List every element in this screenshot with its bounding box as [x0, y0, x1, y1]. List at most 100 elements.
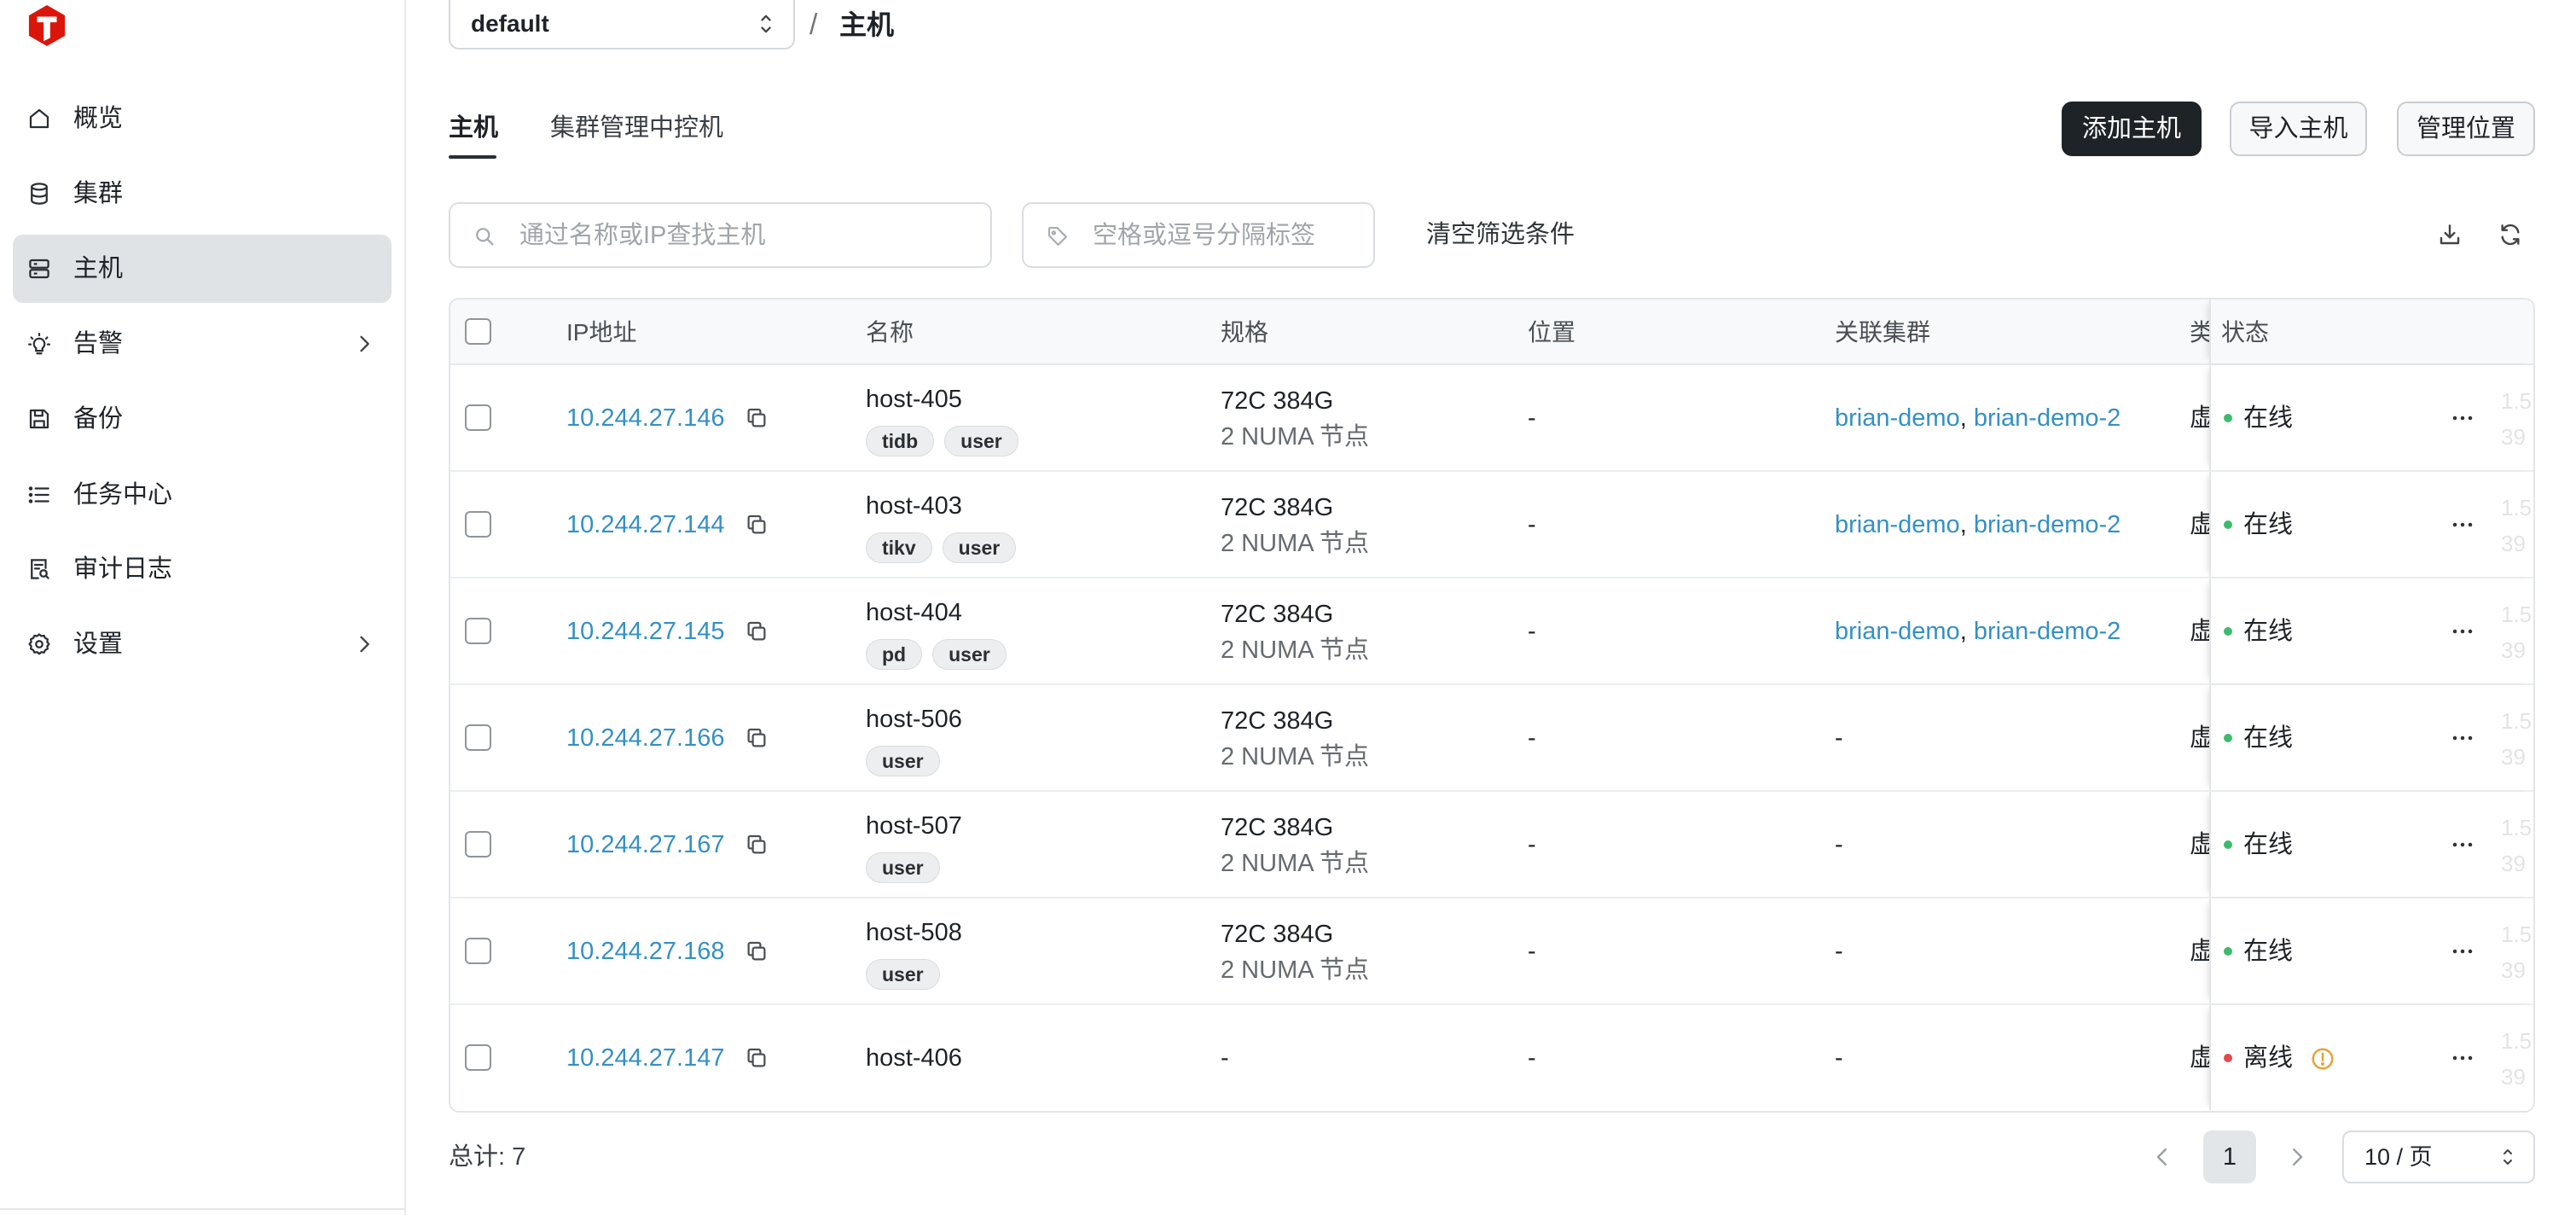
cluster-separator: , — [1959, 618, 1974, 645]
more-actions-icon[interactable] — [2447, 616, 2478, 647]
tag-filter-input[interactable]: 空格或逗号分隔标签 — [1022, 202, 1375, 268]
row-checkbox[interactable] — [465, 404, 491, 431]
more-actions-icon[interactable] — [2447, 936, 2478, 967]
sidebar-item-label: 告警 — [73, 330, 124, 358]
sidebar-item-tasks[interactable]: 任务中心 — [13, 461, 392, 529]
more-actions-icon[interactable] — [2447, 1043, 2478, 1073]
cluster-link[interactable]: brian-demo — [1835, 618, 1960, 645]
cluster-link[interactable]: brian-demo — [1835, 511, 1960, 538]
column-header-clusters[interactable]: 关联集群 — [1835, 317, 1930, 348]
warning-icon[interactable] — [2310, 1046, 2335, 1072]
clear-filters-button[interactable]: 清空筛选条件 — [1426, 219, 1575, 250]
host-name: host-508 — [866, 919, 962, 946]
more-actions-icon[interactable] — [2447, 403, 2478, 433]
tag-badge[interactable]: user — [866, 959, 940, 990]
faded-value: 39 — [2501, 637, 2526, 663]
host-ip-link[interactable]: 10.244.27.168 — [566, 936, 724, 967]
host-ip-link[interactable]: 10.244.27.144 — [566, 509, 724, 540]
sidebar-item-audit-log[interactable]: 审计日志 — [13, 535, 392, 603]
more-actions-icon[interactable] — [2447, 509, 2478, 540]
cluster-link[interactable]: brian-demo — [1835, 404, 1960, 432]
copy-icon[interactable] — [744, 832, 769, 857]
namespace-select[interactable]: default — [449, 0, 795, 49]
page-button-current[interactable]: 1 — [2203, 1131, 2256, 1183]
sidebar-item-settings[interactable]: 设置 — [13, 610, 392, 678]
host-ip-link[interactable]: 10.244.27.147 — [566, 1043, 724, 1073]
tag-badge[interactable]: user — [866, 746, 940, 776]
namespace-value: default — [471, 10, 549, 37]
sidebar-item-backup[interactable]: 备份 — [13, 385, 392, 453]
status-dot — [2224, 734, 2232, 742]
copy-icon[interactable] — [744, 405, 769, 431]
search-input[interactable]: 通过名称或IP查找主机 — [449, 202, 992, 268]
tag-badge[interactable]: user — [866, 852, 940, 883]
row-checkbox[interactable] — [465, 831, 491, 857]
host-ip-link[interactable]: 10.244.27.167 — [566, 829, 724, 860]
host-spec: 72C 384G — [1221, 601, 1334, 628]
column-header-ip[interactable]: IP地址 — [566, 317, 636, 348]
host-name: host-405 — [866, 386, 962, 413]
copy-icon[interactable] — [744, 725, 769, 751]
sidebar-item-alerts[interactable]: 告警 — [13, 310, 392, 378]
refresh-icon[interactable] — [2497, 221, 2524, 248]
tag-badge[interactable]: user — [942, 532, 1017, 563]
tag-badge[interactable]: user — [944, 426, 1018, 456]
host-numa: 2 NUMA 节点 — [1221, 743, 1370, 770]
cluster-link[interactable]: brian-demo-2 — [1974, 618, 2121, 645]
page-size-select[interactable]: 10 / 页 — [2342, 1131, 2535, 1183]
sidebar-item-clusters[interactable]: 集群 — [13, 160, 392, 228]
add-host-button[interactable]: 添加主机 — [2062, 102, 2202, 156]
sidebar-item-overview[interactable]: 概览 — [13, 84, 392, 153]
sidebar-item-hosts[interactable]: 主机 — [13, 235, 392, 303]
tag-badge[interactable]: tikv — [866, 532, 932, 563]
host-ip-link[interactable]: 10.244.27.145 — [566, 616, 724, 647]
host-name: host-506 — [866, 706, 962, 733]
table-header: IP地址 名称 规格 位置 关联集群 类 状态 — [450, 299, 2533, 365]
host-ip-link[interactable]: 10.244.27.146 — [566, 403, 724, 433]
chevron-up-down-icon — [754, 10, 778, 38]
copy-icon[interactable] — [744, 512, 769, 538]
row-checkbox[interactable] — [465, 724, 491, 751]
host-spec: 72C 384G — [1221, 814, 1334, 841]
host-clusters: brian-demo, brian-demo-2 — [1835, 403, 2121, 433]
search-placeholder: 通过名称或IP查找主机 — [519, 222, 766, 249]
row-checkbox[interactable] — [465, 1044, 491, 1071]
host-location: - — [1528, 831, 1536, 858]
cluster-link[interactable]: brian-demo-2 — [1974, 511, 2121, 538]
copy-icon[interactable] — [744, 939, 769, 964]
next-page-icon[interactable] — [2284, 1144, 2310, 1170]
table-row: 10.244.27.168 host-508 user 72C 384G 2 NUMA … — [450, 898, 2533, 1005]
download-icon[interactable] — [2436, 221, 2463, 248]
more-actions-icon[interactable] — [2447, 829, 2478, 860]
copy-icon[interactable] — [744, 1045, 769, 1071]
manage-locations-button[interactable]: 管理位置 — [2397, 102, 2535, 156]
prev-page-icon[interactable] — [2150, 1144, 2175, 1170]
host-name: host-406 — [866, 1044, 962, 1072]
host-numa: 2 NUMA 节点 — [1221, 637, 1370, 664]
chevron-up-down-icon — [2498, 1144, 2518, 1170]
column-header-location[interactable]: 位置 — [1528, 317, 1575, 348]
host-ip-link[interactable]: 10.244.27.166 — [566, 723, 724, 753]
row-checkbox[interactable] — [465, 618, 491, 644]
cluster-link[interactable]: brian-demo-2 — [1974, 404, 2121, 432]
more-actions-icon[interactable] — [2447, 723, 2478, 753]
select-all-checkbox[interactable] — [465, 318, 491, 345]
row-checkbox[interactable] — [465, 938, 491, 964]
import-host-button[interactable]: 导入主机 — [2230, 102, 2367, 156]
faded-value: 1.5 — [2501, 602, 2532, 627]
column-header-spec[interactable]: 规格 — [1221, 317, 1268, 348]
tag-badge[interactable]: pd — [866, 639, 923, 670]
copy-icon[interactable] — [744, 619, 769, 644]
tab-control-machines[interactable]: 集群管理中控机 — [550, 113, 723, 143]
column-header-status[interactable]: 状态 — [2221, 317, 2269, 348]
tag-badge[interactable]: tidb — [866, 426, 935, 456]
home-icon — [26, 106, 52, 131]
row-checkbox[interactable] — [465, 511, 491, 538]
host-clusters: - — [1835, 829, 1843, 860]
tidb-logo[interactable] — [27, 4, 67, 47]
host-tags: user — [866, 959, 940, 990]
tag-badge[interactable]: user — [932, 639, 1007, 670]
column-header-name[interactable]: 名称 — [866, 317, 914, 348]
sidebar-item-label: 设置 — [73, 631, 124, 658]
tab-hosts[interactable]: 主机 — [449, 113, 498, 143]
